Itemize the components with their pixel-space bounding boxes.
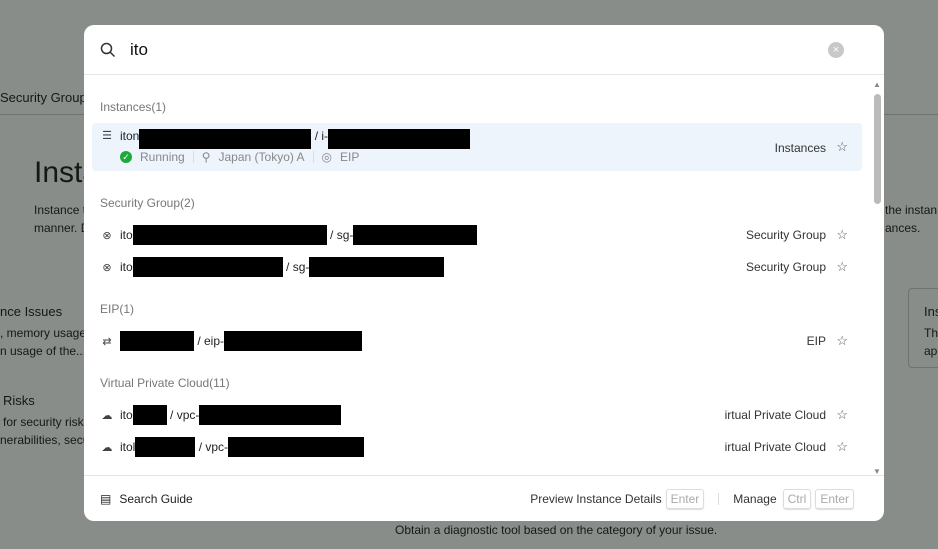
eip-link-icon: ⇄ — [102, 335, 112, 348]
bg-card-text: Th — [924, 326, 938, 340]
dialog-footer: ▤ Search Guide Preview Instance Details … — [84, 475, 884, 521]
bg-card-text: n usage of the... — [0, 344, 87, 358]
star-icon[interactable]: ☆ — [836, 407, 848, 423]
item-id: / sg- — [330, 228, 354, 242]
server-icon: ☰ — [102, 130, 112, 142]
result-item[interactable]: ☁ ito / vpc-irtual Private Cloud ☆ — [92, 399, 862, 431]
item-name: ito — [120, 408, 133, 422]
bg-bottom-text: Obtain a diagnostic tool based on the ca… — [395, 523, 718, 537]
zone-text: Japan (Tokyo) A — [218, 150, 305, 164]
bg-tab[interactable]: Security Group — [0, 90, 87, 105]
section-title: Instances(1) — [100, 100, 167, 114]
section-title: Virtual Private Cloud(11) — [100, 376, 230, 390]
item-id: / eip- — [197, 334, 225, 348]
ctrl-key: Ctrl — [782, 488, 812, 509]
status-text: Running — [140, 150, 185, 164]
running-icon: ✓ — [120, 151, 132, 163]
section-title: EIP(1) — [100, 302, 135, 316]
item-id: / vpc- — [198, 440, 229, 454]
search-icon — [100, 42, 116, 57]
section-title: Security Group(2) — [100, 196, 195, 210]
cloud-icon: ☁ — [101, 409, 113, 422]
search-guide-link[interactable]: Search Guide — [119, 492, 192, 506]
manage-label: Manage — [733, 491, 777, 506]
item-id: / i- — [314, 129, 329, 143]
result-item[interactable]: ☰ iton / i- ✓ Running ⚲ Japan (Tokyo) A ◎ EIP… — [92, 123, 862, 171]
location-icon: ⚲ — [201, 150, 211, 164]
security-group-icon: ⊗ — [102, 229, 112, 242]
results-list: Instances(1) ☰ iton / i- ✓ Running ⚲ Japan … — [84, 75, 870, 475]
search-bar: × — [84, 25, 884, 75]
item-type: Security Group — [745, 260, 826, 274]
bg-card-title: nce Issues — [0, 304, 63, 319]
result-item[interactable]: ⊗ ito / sg- Security Group ☆ — [92, 219, 862, 251]
item-type: Security Group — [745, 228, 826, 242]
star-icon[interactable]: ☆ — [836, 227, 848, 243]
star-icon[interactable]: ☆ — [836, 259, 848, 275]
result-item[interactable]: ⊗ ito / sg- Security Group ☆ — [92, 251, 862, 283]
item-name: ito — [120, 228, 133, 242]
result-item[interactable]: ☁ itol / vpc-irtual Private Cloud ☆ — [92, 431, 862, 463]
bg-card-text: for security risk — [3, 415, 84, 429]
bg-card-text: nerabilities, secu — [0, 433, 90, 447]
clear-icon[interactable]: × — [828, 42, 844, 58]
star-icon[interactable]: ☆ — [836, 139, 848, 155]
bg-desc: ances. — [885, 221, 921, 235]
bg-card-title: Risks — [3, 393, 35, 408]
bg-card-title: Ins — [924, 304, 938, 319]
search-input[interactable] — [130, 39, 730, 60]
item-type: Instances — [774, 141, 826, 155]
item-id: / vpc- — [170, 408, 200, 422]
bg-desc: manner. D — [34, 221, 90, 235]
item-type: irtual Private Cloud — [724, 440, 826, 454]
item-type: irtual Private Cloud — [724, 408, 826, 422]
item-name: itol — [120, 440, 136, 454]
enter-key: Enter — [815, 488, 854, 509]
item-name: ito — [120, 260, 133, 274]
book-icon: ▤ — [100, 491, 112, 506]
preview-label: Preview Instance Details — [530, 491, 662, 506]
item-name: iton — [120, 129, 140, 143]
bg-desc: the instan — [885, 203, 938, 217]
item-type: EIP — [806, 334, 826, 348]
bg-card-text: ap — [924, 344, 938, 358]
search-dialog: × Instances(1) ☰ iton / i- ✓ Running ⚲ Japa… — [84, 25, 884, 521]
star-icon[interactable]: ☆ — [836, 439, 848, 455]
enter-key: Enter — [665, 488, 705, 509]
eip-text: EIP — [340, 150, 360, 164]
bg-desc: Instance t — [34, 203, 87, 217]
bg-card-text: , memory usage — [0, 326, 87, 340]
result-item[interactable]: ⇄ / eip- EIP ☆ — [92, 325, 862, 357]
eip-icon: ◎ — [321, 150, 333, 164]
star-icon[interactable]: ☆ — [836, 333, 848, 349]
item-id: / sg- — [286, 260, 310, 274]
cloud-icon: ☁ — [101, 441, 113, 454]
scrollbar[interactable]: ▲ ▼ — [873, 80, 881, 476]
security-group-icon: ⊗ — [102, 261, 112, 274]
